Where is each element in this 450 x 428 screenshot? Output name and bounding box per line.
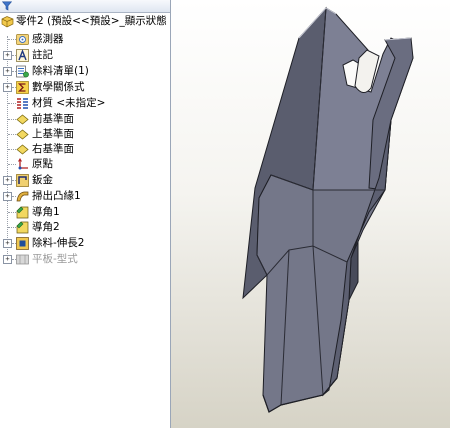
tree-connector-line <box>8 227 16 228</box>
tree-item-sensors[interactable]: 感測器 <box>0 32 170 47</box>
expand-toggle[interactable]: + <box>3 51 12 60</box>
tree-item-label: 平板-型式 <box>32 253 78 265</box>
tree-item-top-plane[interactable]: 上基準面 <box>0 127 170 142</box>
expand-toggle[interactable]: + <box>3 176 12 185</box>
tree-item-sheet-metal[interactable]: + 鈑金 <box>0 173 170 188</box>
tree-item-extruded-cut[interactable]: + 除料-伸長2 <box>0 236 170 251</box>
tree-item-swept-flange[interactable]: + 掃出凸緣1 <box>0 189 170 204</box>
tree-item-label: 原點 <box>32 158 53 170</box>
sheet-metal-part-model[interactable] <box>171 0 450 428</box>
expand-toggle[interactable]: + <box>3 83 12 92</box>
tree-item-origin[interactable]: 原點 <box>0 157 170 172</box>
plane-icon <box>16 114 29 125</box>
feature-manager-tree: 零件2 (預設<<預設>_顯示狀態 1>) 感測器 + 註記 + <box>0 0 171 428</box>
tree-item-label: 註記 <box>32 49 53 61</box>
expand-toggle[interactable]: + <box>3 192 12 201</box>
tree-item-chamfer-2[interactable]: 導角2 <box>0 220 170 235</box>
chamfer-icon <box>16 206 29 219</box>
annotations-icon <box>16 49 29 62</box>
tree-item-label: 右基準面 <box>32 143 74 155</box>
plane-icon <box>16 144 29 155</box>
tree-connector-line <box>8 103 16 104</box>
tree-connector-line <box>8 39 16 40</box>
tree-item-label: 鈑金 <box>32 174 53 186</box>
tree-item-label: 除料清單(1) <box>32 65 89 77</box>
material-icon <box>17 98 28 109</box>
tree-root-label: 零件2 (預設<<預設>_顯示狀態 1>) <box>16 15 170 27</box>
solidworks-window: 零件2 (預設<<預設>_顯示狀態 1>) 感測器 + 註記 + <box>0 0 450 428</box>
chamfer-icon <box>16 221 29 234</box>
tree-connector-line <box>8 164 16 165</box>
sheet-metal-icon <box>16 174 29 187</box>
tree-item-equations[interactable]: + 數學關係式 <box>0 80 170 95</box>
swept-flange-icon <box>16 191 29 202</box>
part-lower-web <box>256 174 386 413</box>
tree-root-part[interactable]: 零件2 (預設<<預設>_顯示狀態 1>) <box>0 14 170 29</box>
tree-item-front-plane[interactable]: 前基準面 <box>0 112 170 127</box>
tree-item-label: 導角1 <box>32 206 60 218</box>
sensor-folder-icon <box>16 34 29 45</box>
filter-icon[interactable] <box>2 1 12 11</box>
tree-item-flat-pattern[interactable]: + 平板-型式 <box>0 252 170 267</box>
tree-item-label: 上基準面 <box>32 128 74 140</box>
expand-toggle[interactable]: + <box>3 239 12 248</box>
equations-icon <box>16 81 29 94</box>
tree-item-label: 導角2 <box>32 221 60 233</box>
graphics-viewport[interactable] <box>171 0 450 428</box>
plane-icon <box>16 129 29 140</box>
tree-item-cut-list[interactable]: + 除料清單(1) <box>0 64 170 79</box>
tree-item-label: 除料-伸長2 <box>32 237 85 249</box>
tree-connector-line <box>8 149 16 150</box>
tree-connector-line <box>8 119 16 120</box>
tree-item-label: 掃出凸緣1 <box>32 190 81 202</box>
tree-item-label: 前基準面 <box>32 113 74 125</box>
tree-item-annotations[interactable]: + 註記 <box>0 48 170 63</box>
tree-item-material[interactable]: 材質 <未指定> <box>0 96 170 111</box>
tree-item-label: 材質 <未指定> <box>32 97 106 109</box>
tree-item-right-plane[interactable]: 右基準面 <box>0 142 170 157</box>
flat-pattern-icon <box>16 254 29 265</box>
origin-icon <box>18 158 28 170</box>
expand-toggle[interactable]: + <box>3 67 12 76</box>
extruded-cut-icon <box>16 237 29 250</box>
tree-item-label: 數學關係式 <box>32 81 85 93</box>
cut-list-icon <box>16 65 29 78</box>
tree-connector-line <box>8 212 16 213</box>
part-icon <box>1 16 14 28</box>
tree-filter-bar[interactable] <box>0 0 170 13</box>
tree-item-label: 感測器 <box>32 33 64 45</box>
tree-item-chamfer-1[interactable]: 導角1 <box>0 205 170 220</box>
tree-connector-line <box>8 134 16 135</box>
expand-toggle[interactable]: + <box>3 255 12 264</box>
